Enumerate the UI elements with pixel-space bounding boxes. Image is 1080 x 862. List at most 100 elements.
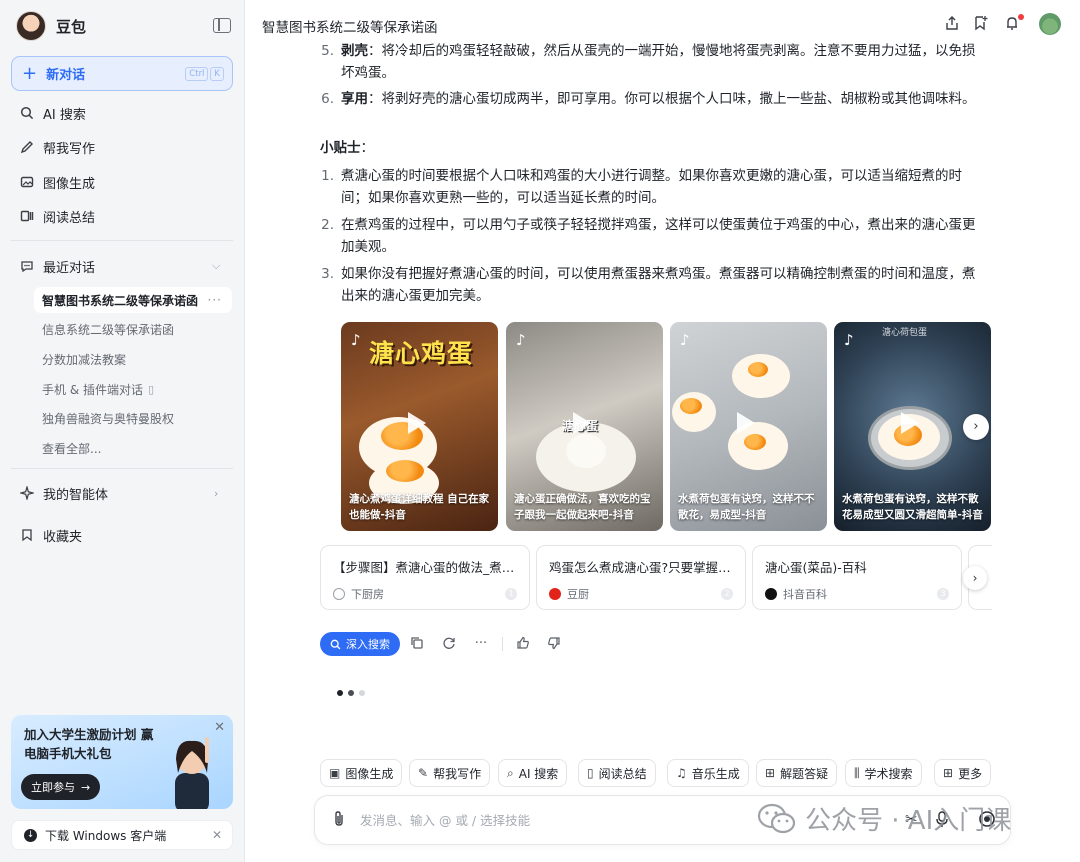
skill-music[interactable]: ♫ 音乐生成 [667,759,749,787]
skill-solve[interactable]: ⊞ 解题答疑 [756,759,838,787]
recent-chat-item[interactable]: 信息系统二级等保承诺函 [34,316,232,342]
recent-chat-title: 信息系统二级等保承诺函 [42,322,175,337]
reference-number: 1 [505,588,517,600]
thumbs-up-icon[interactable] [515,636,531,652]
reference-source: 豆厨 [549,586,589,602]
recent-chat-title: 独角兽融资与奥特曼股权 [42,411,175,426]
promo-banner[interactable]: 加入大学生激励计划 赢电脑手机大礼包 立即参与 → ✕ [11,715,233,809]
copy-icon[interactable] [409,636,425,652]
video-caption: 溏心煮鸡蛋详细教程 自己在家也能做-抖音 [349,493,490,521]
video-caption: 水煮荷包蛋有诀窍，这样不散花易成型又圆又滑超简单-抖音 [842,493,983,521]
sidebar: 豆包 + 新对话 Ctrl K AI 搜索 帮我写作 图像生成 阅读总结 最近对… [0,0,245,862]
tip-text: 在煮鸡蛋的过程中，可以用勺子或筷子轻轻搅拌鸡蛋，这样可以使蛋黄位于鸡蛋的中心，煮… [341,217,976,255]
play-icon [737,412,755,434]
read-summary-icon: ▯ [587,766,594,780]
reference-number: 3 [937,588,949,600]
new-chat-label: 新对话 [46,68,86,83]
sidebar-item-label: 阅读总结 [43,210,96,226]
skill-label: 阅读总结 [598,766,647,781]
download-label: 下载 Windows 客户端 [45,828,167,843]
image-icon: ▣ [329,766,341,780]
chevron-down-icon[interactable]: ⌵ [212,259,220,273]
page-title: 智慧图书系统二级等保承诺函 [262,20,438,36]
divider [502,637,503,651]
skill-image-generation[interactable]: ▣ 图像生成 [320,759,403,787]
view-all-link[interactable]: 查看全部... [34,435,232,461]
reference-card[interactable]: 鸡蛋怎么煮成溏心蛋?只要掌握这几点 豆厨 2 [536,545,746,610]
skill-label: 解题答疑 [780,766,829,781]
douyin-icon: ♪ [351,331,361,349]
recent-chat-item[interactable]: 手机 & 插件端对话 ▯ [34,376,232,402]
reference-title: 【步骤图】煮溏心蛋的做法_煮溏心蛋的做法步骤 [333,560,521,575]
close-icon[interactable]: ✕ [212,828,222,842]
more-icon[interactable]: ··· [473,636,489,652]
recent-chat-item[interactable]: 独角兽融资与奥特曼股权 [34,405,232,431]
recent-chat-item[interactable]: 分数加减法教案 [34,346,232,372]
user-avatar[interactable] [1039,13,1061,35]
shortcut-key: K [210,67,224,81]
sidebar-item-image[interactable]: 图像生成 [20,171,95,193]
skill-more[interactable]: ⊞ 更多 [934,759,992,787]
recent-chat-title: 智慧图书系统二级等保承诺函 [42,293,199,308]
step-item: 6. 享用：将剥好壳的溏心蛋切成两半，即可享用。你可以根据个人口味，撒上一些盐、… [320,88,990,132]
play-icon [408,412,426,434]
reference-card[interactable]: 溏心蛋(菜品)-百科 抖音百科 3 [752,545,962,610]
message-input[interactable] [360,809,740,831]
video-overlay-title: 溏心鸡蛋 [369,339,474,368]
reference-title: 鸡蛋怎么煮成溏心蛋?只要掌握这几点 [549,560,737,575]
tip-item: 1. 煮溏心蛋的时间要根据个人口味和鸡蛋的大小进行调整。如果你喜欢更嫩的溏心蛋，… [320,165,990,209]
reference-list: 【步骤图】煮溏心蛋的做法_煮溏心蛋的做法步骤 下厨房 1 鸡蛋怎么煮成溏心蛋?只… [320,545,992,610]
shortcut-hint: Ctrl K [185,67,224,81]
sidebar-item-agents[interactable]: 我的智能体 [18,482,108,504]
sidebar-item-favorites[interactable]: 收藏夹 [20,524,82,546]
reference-card[interactable]: 【步骤图】煮溏心蛋的做法_煮溏心蛋的做法步骤 下厨房 1 [320,545,530,610]
bookmark-add-icon[interactable] [972,15,990,33]
tip-number: 3. [321,266,334,282]
carousel-next-button[interactable]: › [963,414,989,440]
recent-chats-header[interactable]: 最近对话 [20,255,95,277]
skill-read-summary[interactable]: ▯ 阅读总结 [578,759,656,787]
loading-dots [337,690,365,696]
attach-icon[interactable] [332,810,346,832]
sidebar-item-ai-search[interactable]: AI 搜索 [20,102,86,124]
answer-actions: 深入搜索 [320,632,400,656]
recent-chat-item-active[interactable]: 智慧图书系统二级等保承诺函 ··· [34,287,232,313]
skill-writing[interactable]: ✎ 帮我写作 [409,759,491,787]
chevron-right-icon[interactable]: › [214,487,218,500]
video-card[interactable]: ♪ 溏心鸡蛋 溏心煮鸡蛋详细教程 自己在家也能做-抖音 [341,322,498,531]
promo-join-button[interactable]: 立即参与 → [21,774,101,800]
more-options-icon[interactable]: ··· [208,293,222,307]
brand-avatar [16,11,46,41]
wechat-icon [757,803,796,833]
tips-colon: ： [360,140,375,156]
references-next-button[interactable]: › [963,566,987,590]
reference-number: 2 [721,588,733,600]
sidebar-item-read-summary[interactable]: 阅读总结 [20,205,95,227]
play-icon [573,412,591,434]
watermark-text: 公众号 · AI入门课 [805,806,1012,836]
ai-search-icon: ⌕ [507,765,514,780]
video-caption: 水煮荷包蛋有诀窍，这样不不散花，易成型-抖音 [678,493,815,521]
sidebar-item-label: 帮我写作 [43,141,96,157]
video-card[interactable]: ♪ 溏心蛋 溏心蛋正确做法，喜欢吃的宝子跟我一起做起来吧-抖音 [506,322,663,531]
share-icon[interactable] [943,15,961,33]
brand[interactable]: 豆包 [16,10,86,42]
skill-academic[interactable]: ⫼ 学术搜索 [845,759,922,787]
new-chat-button[interactable]: + 新对话 Ctrl K [11,56,233,91]
thumbs-down-icon[interactable] [546,636,562,652]
step-body: ：将冷却后的鸡蛋轻轻敲破，然后从蛋壳的一端开始，慢慢地将蛋壳剥离。注意不要用力过… [341,43,976,81]
video-card[interactable]: ♪ 水煮荷包蛋有诀窍，这样不不散花，易成型-抖音 [670,322,827,531]
reference-source-name: 抖音百科 [783,588,827,601]
deep-search-button[interactable]: 深入搜索 [320,632,400,656]
step-text: 剥壳：将冷却后的鸡蛋轻轻敲破，然后从蛋壳的一端开始，慢慢地将蛋壳剥离。注意不要用… [341,40,986,84]
download-client-button[interactable]: ↓ 下载 Windows 客户端 ✕ [11,820,233,850]
sidebar-collapse-icon[interactable] [213,18,231,33]
sidebar-item-writing[interactable]: 帮我写作 [20,136,95,158]
tip-item: 2. 在煮鸡蛋的过程中，可以用勺子或筷子轻轻搅拌鸡蛋，这样可以使蛋黄位于鸡蛋的中… [320,214,990,258]
tip-text: 煮溏心蛋的时间要根据个人口味和鸡蛋的大小进行调整。如果你喜欢更嫩的溏心蛋，可以适… [341,168,962,206]
douyin-icon: ♪ [680,331,690,349]
step-text: 享用：将剥好壳的溏心蛋切成两半，即可享用。你可以根据个人口味，撒上一些盐、胡椒粉… [341,88,986,110]
skill-ai-search[interactable]: ⌕ AI 搜索 [498,759,568,787]
regenerate-icon[interactable] [441,636,457,652]
sidebar-item-label: AI 搜索 [43,107,86,123]
